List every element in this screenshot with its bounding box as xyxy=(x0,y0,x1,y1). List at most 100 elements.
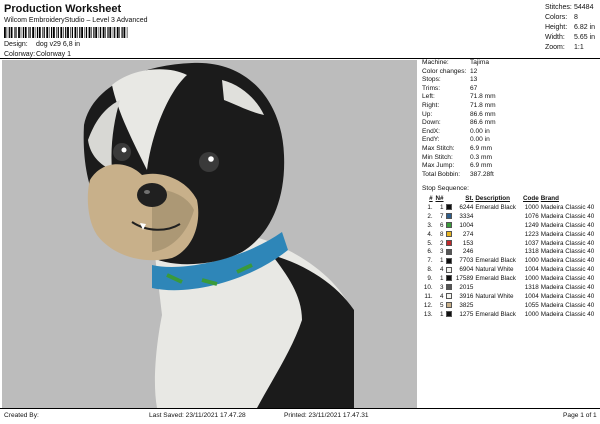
row-brand: Madeira Classic 40 xyxy=(540,301,595,309)
info-row: Stops: 13 xyxy=(422,76,478,84)
row-needle: 3 xyxy=(440,248,444,256)
color-swatch xyxy=(445,266,452,273)
row-swatch xyxy=(445,275,454,284)
colorway-label: Colorway: xyxy=(4,51,36,58)
row-swatch xyxy=(445,230,454,240)
row-code: 1037 xyxy=(524,239,539,247)
row-swatch xyxy=(445,293,454,302)
colorway-meta: Colorway: Colorway 1 xyxy=(4,51,71,58)
stat-colors: Colors: 8 xyxy=(545,14,578,21)
row-swatch xyxy=(445,222,454,231)
col-header-swatch xyxy=(445,195,454,204)
row-stitches: 6244 xyxy=(459,203,474,211)
barcode xyxy=(4,27,128,38)
row-brand: Madeira Classic 40 xyxy=(540,284,595,292)
color-swatch xyxy=(445,222,452,229)
row-swatch xyxy=(445,239,454,249)
row-swatch xyxy=(445,311,454,320)
row-stitches: 1275 xyxy=(459,310,474,318)
row-index: 3. xyxy=(427,221,433,229)
row-description xyxy=(474,222,520,231)
info-row: Machine: Tajima xyxy=(422,59,490,66)
row-code: 1000 xyxy=(524,203,539,211)
col-header: Brand xyxy=(540,195,559,202)
row-index: 13. xyxy=(423,310,433,318)
row-brand: Madeira Classic 40 xyxy=(540,275,595,283)
row-stitches: 246 xyxy=(462,248,474,256)
row-stitches: 3916 xyxy=(459,292,474,300)
stat-width: Width: 5.65 in xyxy=(545,34,596,41)
dog-embroidery-image xyxy=(2,60,417,408)
footer-last-saved: Last Saved: 23/11/2021 17.47.28 xyxy=(149,412,246,419)
color-swatch xyxy=(445,248,452,255)
row-description xyxy=(474,284,520,293)
info-row: EndY: 0.00 in xyxy=(422,136,490,144)
row-brand: Madeira Classic 40 xyxy=(540,248,595,256)
row-description xyxy=(474,213,520,222)
stat-zoom: Zoom: 1:1 xyxy=(545,44,584,51)
info-row: Right: 71.8 mm xyxy=(422,101,496,109)
row-code: 1055 xyxy=(524,301,539,309)
table-row: 9. 1 17589 Emerald Black 1000 Madeira Classic… xyxy=(422,275,600,284)
row-code: 1318 xyxy=(524,248,539,256)
production-worksheet: Production Worksheet Wilcom EmbroiderySt… xyxy=(0,0,600,424)
row-index: 7. xyxy=(427,257,433,265)
row-needle: 8 xyxy=(440,230,444,238)
row-code: 1000 xyxy=(524,257,539,265)
row-index: 12. xyxy=(423,301,433,309)
row-description xyxy=(474,240,520,249)
info-row: Color changes: 12 xyxy=(422,67,478,75)
row-stitches: 153 xyxy=(462,239,474,247)
footer-divider xyxy=(0,408,600,409)
design-label: Design: xyxy=(4,41,28,48)
row-index: 5. xyxy=(427,239,433,247)
info-row: Max Jump: 6.9 mm xyxy=(422,162,492,170)
info-row: EndX: 0.00 in xyxy=(422,127,490,135)
row-code: 1249 xyxy=(524,221,539,229)
table-header-row: # N# St. Description Code Brand xyxy=(422,195,600,204)
row-description: Emerald Black xyxy=(475,275,516,283)
info-row: Min Stitch: 0.3 mm xyxy=(422,153,492,161)
table-row: 5. 2 153 1037 Madeira Classic 40 xyxy=(422,240,600,249)
info-row: Down: 86.6 mm xyxy=(422,119,496,127)
colorway-value: Colorway 1 xyxy=(36,51,72,58)
stat-stitches: Stitches: 54484 xyxy=(545,4,594,11)
design-value: dog v29 6,8 in xyxy=(36,41,80,48)
stop-sequence-table: # N# St. Description Code Brand 1. 1 6244 E… xyxy=(422,195,600,320)
row-code: 1000 xyxy=(524,310,539,318)
color-swatch xyxy=(445,275,452,282)
color-swatch xyxy=(445,311,452,318)
stop-sequence-title: Stop Sequence: xyxy=(422,185,469,192)
row-brand: Madeira Classic 40 xyxy=(540,310,595,318)
table-row: 13. 1 1275 Emerald Black 1000 Madeira Classic… xyxy=(422,311,600,320)
row-code: 1076 xyxy=(524,212,539,220)
row-stitches: 17589 xyxy=(455,275,474,283)
row-index: 1. xyxy=(427,203,433,211)
stat-height: Height: 6.82 in xyxy=(545,24,596,31)
row-code: 1318 xyxy=(524,284,539,292)
color-swatch xyxy=(445,239,452,246)
row-stitches: 3825 xyxy=(459,301,474,309)
row-code: 1004 xyxy=(524,292,539,300)
row-code: 1223 xyxy=(524,230,539,238)
row-swatch xyxy=(445,248,454,257)
col-header: N# xyxy=(435,195,444,202)
row-description: Emerald Black xyxy=(475,257,516,265)
color-swatch xyxy=(445,204,452,211)
row-index: 6. xyxy=(427,248,433,256)
table-row: 6. 3 246 1318 Madeira Classic 40 xyxy=(422,248,600,257)
design-meta: Design: dog v29 6,8 in xyxy=(4,41,80,48)
row-code: 1004 xyxy=(524,266,539,274)
info-row: Max Stitch: 6.9 mm xyxy=(422,144,492,152)
table-row: 11. 4 3916 Natural White 1004 Madeira Classic… xyxy=(422,293,600,302)
row-brand: Madeira Classic 40 xyxy=(540,212,595,220)
table-row: 2. 7 3334 1076 Madeira Classic 40 xyxy=(422,213,600,222)
row-description xyxy=(474,302,520,311)
row-index: 4. xyxy=(427,230,433,238)
color-swatch xyxy=(445,230,452,237)
table-row: 4. 8 274 1223 Madeira Classic 40 xyxy=(422,231,600,240)
table-row: 12. 5 3825 1055 Madeira Classic 40 xyxy=(422,302,600,311)
row-swatch xyxy=(445,204,454,213)
info-row: Left: 71.8 mm xyxy=(422,93,496,101)
row-needle: 4 xyxy=(440,266,444,274)
